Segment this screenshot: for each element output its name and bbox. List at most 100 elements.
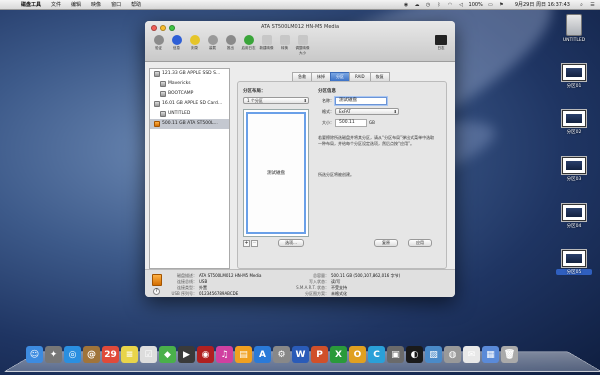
maps-icon[interactable]: ◆	[159, 346, 176, 363]
tool-label: 推出	[227, 46, 234, 50]
desktop-partition-01[interactable]: 分区01	[556, 64, 592, 89]
qq-icon[interactable]: ◐	[406, 346, 423, 363]
volume-icon[interactable]: ◁	[458, 2, 465, 8]
clock[interactable]: 9月29日 周日 16:37:43	[515, 1, 570, 8]
safari-icon[interactable]: ◎	[64, 346, 81, 363]
tool-label: 调整映像大小	[295, 46, 310, 55]
convert-icon	[279, 35, 290, 45]
menu-window[interactable]: 窗口	[106, 1, 126, 8]
layout-select[interactable]: 1 个分区	[243, 97, 309, 104]
cloud-icon[interactable]: ☁	[414, 2, 421, 8]
options-button[interactable]: 选项...	[278, 239, 304, 247]
powerpoint-icon[interactable]: P	[311, 346, 328, 363]
timemachine-icon[interactable]: ◷	[425, 2, 432, 8]
format-select[interactable]: ExFAT	[335, 108, 399, 115]
menu-app-name[interactable]: 磁盘工具	[16, 1, 46, 8]
volume-icon	[562, 64, 586, 81]
convert-button[interactable]: 转换	[277, 35, 292, 56]
external-disk-icon	[152, 274, 162, 286]
lync-icon[interactable]: C	[368, 346, 385, 363]
spotlight-icon[interactable]: ⌕	[578, 2, 585, 8]
new-image-button[interactable]: 新建映像	[259, 35, 274, 56]
preferences-icon[interactable]: ⚙	[273, 346, 290, 363]
tool-label: 启用日志	[241, 46, 256, 50]
vmware-icon[interactable]: ▣	[387, 346, 404, 363]
documents-icon[interactable]: ▦	[482, 346, 499, 363]
main-content: 急救 抹掉 分区 RAID 恢复 分区布局： 1 个分区 测试磁盘 + − 选项…	[233, 68, 451, 269]
sidebar-item-mavericks[interactable]: Mavericks	[150, 79, 229, 89]
revert-button[interactable]: 复原	[374, 239, 398, 247]
sidebar-item-label: 16.01 GB APPLE SD Card...	[162, 101, 223, 106]
stickies-icon[interactable]: ✉	[463, 346, 480, 363]
eject-icon	[225, 35, 236, 45]
desktop-icon-label: 分区05	[556, 269, 592, 275]
ibooks-icon[interactable]: ▤	[235, 346, 252, 363]
apply-button[interactable]: 应用	[408, 239, 432, 247]
bluetooth-icon[interactable]: ᛒ	[436, 2, 443, 8]
microscope-icon	[153, 35, 164, 45]
excel-icon[interactable]: X	[330, 346, 347, 363]
tool-label: 验证	[155, 46, 162, 50]
desktop-partition-03[interactable]: 分区03	[556, 157, 592, 182]
trash-icon[interactable]: 🗑	[501, 346, 518, 363]
menu-image[interactable]: 映像	[86, 1, 106, 8]
contacts-icon[interactable]: @	[83, 346, 100, 363]
desktop-partition-02[interactable]: 分区02	[556, 110, 592, 135]
menu-edit[interactable]: 编辑	[66, 1, 86, 8]
eject-button[interactable]: 推出	[223, 35, 238, 56]
size-field[interactable]: 500.11	[335, 119, 367, 127]
partition-description: 若要擦除所选磁盘并将其分区，请从“分区布局”弹出式菜单中选取一种布局，并给每个分…	[318, 135, 435, 146]
reminders-icon[interactable]: ☑	[140, 346, 157, 363]
desktop-partition-05[interactable]: 分区05	[556, 250, 592, 275]
partition-block[interactable]: 测试磁盘	[246, 112, 306, 234]
mount-button[interactable]: 装载	[205, 35, 220, 56]
finder-icon[interactable]: ☺	[26, 346, 43, 363]
info-button[interactable]: 信息	[169, 35, 184, 56]
calendar-icon[interactable]: 29	[102, 346, 119, 363]
volume-icon	[562, 157, 586, 174]
word-icon[interactable]: W	[292, 346, 309, 363]
tool-label: 刻录	[191, 46, 198, 50]
journal-button[interactable]: 启用日志	[241, 35, 256, 56]
desktop-partition-04[interactable]: 分区04	[556, 204, 592, 229]
name-field[interactable]: 测试磁盘	[335, 97, 387, 105]
preview-icon[interactable]: ▨	[425, 346, 442, 363]
outlook-icon[interactable]: O	[349, 346, 366, 363]
status-icon[interactable]: ◉	[403, 2, 410, 8]
desktop-drive-untitled[interactable]: UNTITLED	[556, 14, 592, 43]
partition-pane: 分区布局： 1 个分区 测试磁盘 + − 选项... 分区信息 名称： 测试磁盘…	[237, 81, 447, 269]
info-value: 未格式化	[331, 291, 347, 296]
notification-icon[interactable]: ☰	[589, 2, 596, 8]
diskutility-icon[interactable]: ◍	[444, 346, 461, 363]
battery-icon[interactable]: ▭	[487, 2, 494, 8]
sidebar-item-untitled[interactable]: UNTITLED	[150, 109, 229, 119]
wifi-icon[interactable]: ◠	[447, 2, 454, 8]
remove-partition-button[interactable]: −	[251, 240, 258, 247]
log-button[interactable]: 日志	[434, 35, 448, 51]
menu-extras: ◉ ☁ ◷ ᛒ ◠ ◁ 100% ▭ ⚑ 9月29日 周日 16:37:43 ⌕…	[403, 1, 600, 9]
add-partition-button[interactable]: +	[243, 240, 250, 247]
facetime-icon[interactable]: ▶	[178, 346, 195, 363]
burn-button[interactable]: 刻录	[187, 35, 202, 56]
sidebar-item-ata-st500[interactable]: 500.11 GB ATA ST500L...	[150, 119, 229, 129]
sidebar-item-bootcamp[interactable]: BOOTCAMP	[150, 89, 229, 99]
tool-label: 转换	[281, 46, 288, 50]
photobooth-icon[interactable]: ◉	[197, 346, 214, 363]
itunes-icon[interactable]: ♫	[216, 346, 233, 363]
appstore-icon[interactable]: A	[254, 346, 271, 363]
sidebar-item-sd-card[interactable]: 16.01 GB APPLE SD Card...	[150, 99, 229, 109]
tool-label: 信息	[173, 46, 180, 50]
launchpad-icon[interactable]: ✦	[45, 346, 62, 363]
verify-button[interactable]: 验证	[151, 35, 166, 56]
info-value: ATA ST500LM012 HN-M5 Media	[199, 273, 262, 278]
battery-percent[interactable]: 100%	[469, 2, 483, 8]
resize-image-button[interactable]: 调整映像大小	[295, 35, 310, 56]
flag-icon[interactable]: ⚑	[498, 2, 505, 8]
desktop-icon-label: 分区02	[566, 130, 582, 135]
tool-label: 新建映像	[259, 46, 274, 50]
menu-help[interactable]: 帮助	[126, 1, 146, 8]
menu-file[interactable]: 文件	[46, 1, 66, 8]
help-button[interactable]: ?	[153, 288, 160, 295]
sidebar-item-apple-ssd[interactable]: 121.33 GB APPLE SSD S...	[150, 69, 229, 79]
notes-icon[interactable]: ≡	[121, 346, 138, 363]
